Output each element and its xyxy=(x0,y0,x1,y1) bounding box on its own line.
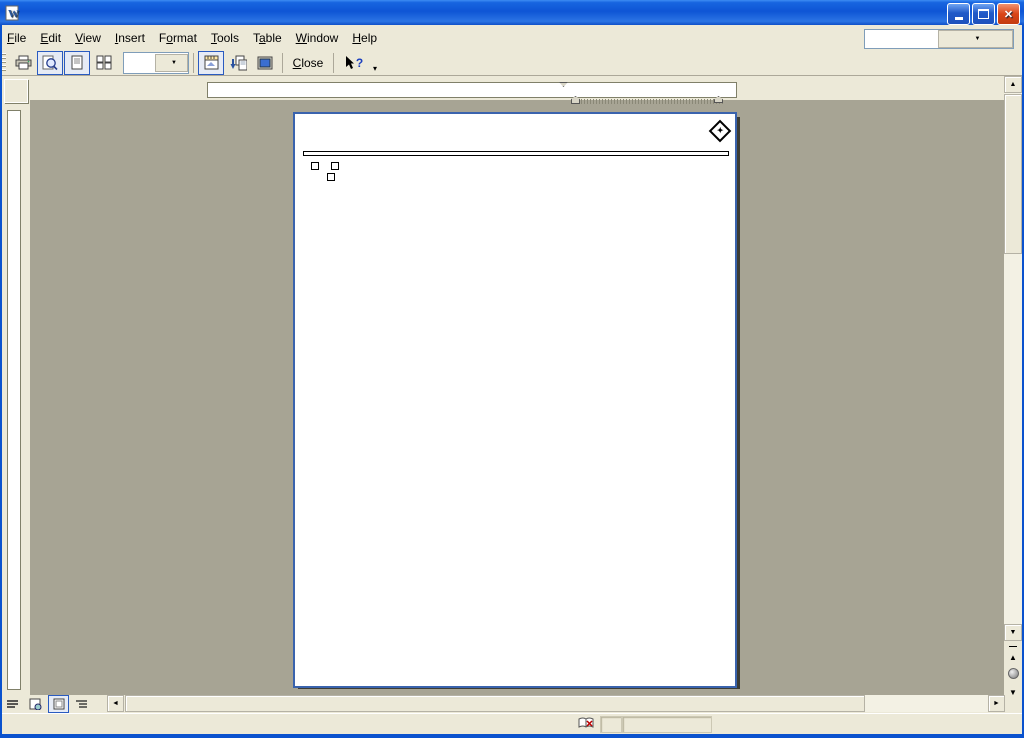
scroll-left-button[interactable]: ◄ xyxy=(107,695,124,712)
chevron-down-icon[interactable]: ▼ xyxy=(155,54,188,72)
pay-group-banner xyxy=(303,151,729,156)
form-header-right: ✦ xyxy=(557,121,732,148)
view-ruler-button[interactable] xyxy=(198,51,224,75)
restore-button[interactable] xyxy=(972,3,995,25)
normal-view-button[interactable] xyxy=(2,695,23,713)
scroll-up-button[interactable]: ▲ xyxy=(1004,76,1022,93)
type-question-help-box[interactable]: ▼ xyxy=(864,29,1014,49)
toolbar-grip[interactable] xyxy=(2,53,6,73)
document-page[interactable]: ✦ xyxy=(293,112,737,688)
menu-item-help[interactable]: Help xyxy=(345,28,384,48)
window-border xyxy=(0,25,2,738)
menu-item-edit[interactable]: Edit xyxy=(33,28,68,48)
checkbox[interactable] xyxy=(311,162,319,170)
close-preview-button[interactable]: Close xyxy=(287,51,329,75)
menu-item-tools[interactable]: Tools xyxy=(204,28,246,48)
zoom-combobox[interactable]: ▼ xyxy=(123,52,189,74)
vertical-scrollbar-thumb[interactable] xyxy=(1004,94,1022,254)
title-bar: W ✕ xyxy=(0,0,1024,25)
menu-item-format[interactable]: Format xyxy=(152,28,204,48)
magnifier-button[interactable] xyxy=(37,51,63,75)
checkbox[interactable] xyxy=(327,173,335,181)
shrink-one-page-button[interactable] xyxy=(225,51,251,75)
web-layout-icon xyxy=(29,698,42,710)
menu-item-window[interactable]: Window xyxy=(289,28,346,48)
close-button[interactable]: ✕ xyxy=(997,3,1020,25)
magnifier-icon xyxy=(42,55,58,71)
print-layout-icon xyxy=(53,698,65,710)
menu-item-view[interactable]: View xyxy=(68,28,108,48)
outline-view-button[interactable] xyxy=(71,695,92,713)
one-page-button[interactable] xyxy=(64,51,90,75)
window-border xyxy=(0,734,1024,738)
vertical-ruler[interactable] xyxy=(7,110,21,690)
view-ruler-icon xyxy=(204,55,219,70)
print-preview-toolbar: ▼ Close ? ▾ xyxy=(0,50,1024,76)
word-app-icon: W xyxy=(4,5,20,21)
scroll-right-button[interactable]: ► xyxy=(988,695,1005,712)
table-gridline-ticks xyxy=(575,99,725,104)
print-button[interactable] xyxy=(10,51,36,75)
horizontal-ruler[interactable] xyxy=(207,82,737,98)
one-page-icon xyxy=(70,55,84,70)
form-header-left xyxy=(301,121,557,148)
print-layout-view-button[interactable] xyxy=(48,695,69,713)
multiple-pages-button[interactable] xyxy=(91,51,117,75)
svg-text:W: W xyxy=(8,8,19,20)
shrink-one-page-icon xyxy=(230,55,247,71)
tab-stop-selector[interactable] xyxy=(4,79,28,103)
minimize-button[interactable] xyxy=(947,3,970,25)
full-screen-icon xyxy=(257,56,273,70)
page-shadow xyxy=(737,117,740,689)
chevron-down-icon[interactable]: ▼ xyxy=(938,30,1013,48)
previous-page-button[interactable]: ▲ xyxy=(1004,646,1022,664)
full-screen-button[interactable] xyxy=(252,51,278,75)
outline-view-icon xyxy=(75,699,88,710)
menu-item-table[interactable]: Table xyxy=(246,28,289,48)
scroll-down-button[interactable]: ▼ xyxy=(1004,624,1022,641)
horizontal-scrollbar-thumb[interactable] xyxy=(125,695,865,712)
report-table xyxy=(301,185,732,472)
help-arrow-icon xyxy=(345,56,356,70)
normal-view-icon xyxy=(6,699,19,710)
toolbar-options-chevron[interactable]: ▾ xyxy=(373,64,377,75)
spelling-status-icon[interactable] xyxy=(578,717,595,733)
select-browse-object-button[interactable] xyxy=(1004,664,1022,682)
printer-icon xyxy=(15,55,32,70)
section-b xyxy=(301,162,732,170)
section-b-less-often xyxy=(327,173,732,181)
multiple-pages-icon xyxy=(96,55,112,70)
web-layout-view-button[interactable] xyxy=(25,695,46,713)
menu-item-insert[interactable]: Insert xyxy=(108,28,152,48)
menu-item-file[interactable]: File xyxy=(0,28,33,48)
context-help-button[interactable]: ? xyxy=(338,51,370,75)
status-bar xyxy=(0,713,1024,735)
browse-object-icon xyxy=(1008,668,1019,679)
checkbox[interactable] xyxy=(331,162,339,170)
